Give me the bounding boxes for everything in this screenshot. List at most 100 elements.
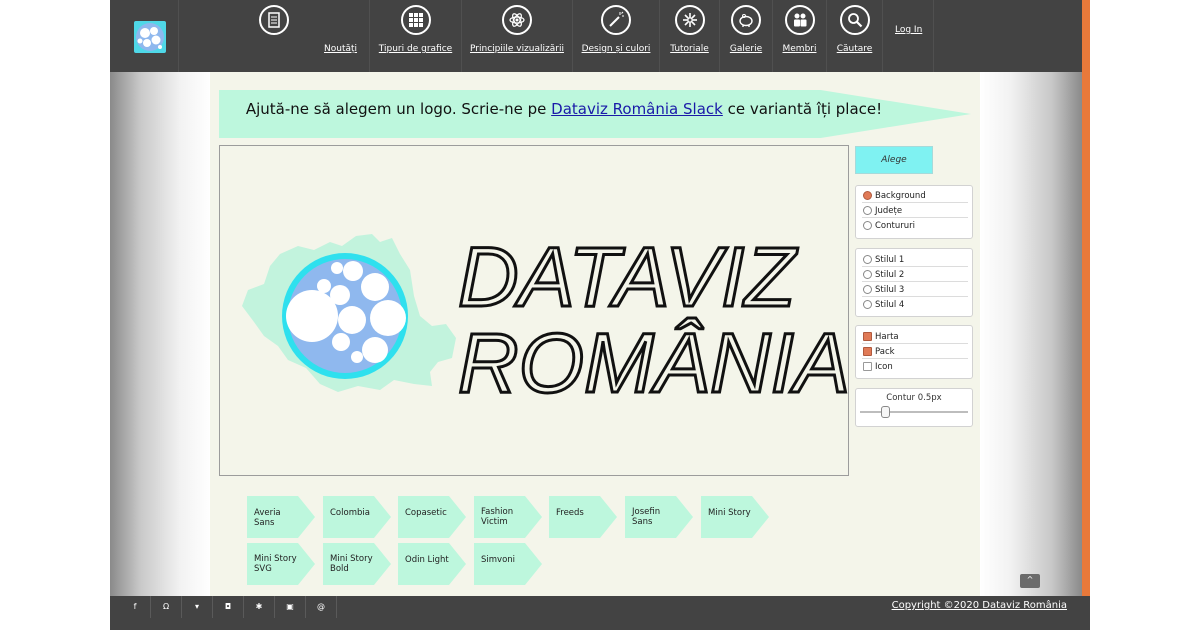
choose-button[interactable]: Alege — [855, 146, 933, 174]
checkbox[interactable] — [863, 347, 872, 356]
option-label: Harta — [875, 332, 899, 342]
checkbox[interactable] — [863, 332, 872, 341]
top-navigation: Noutăți Tipuri de grafice Principiile vi… — [110, 0, 1082, 72]
github-icon[interactable]: Ω — [151, 596, 182, 618]
slider-thumb[interactable] — [881, 406, 890, 418]
font-label: Simvoni — [481, 555, 516, 565]
nav-tutoriale[interactable]: Tutoriale — [660, 0, 720, 72]
email-icon[interactable]: @ — [306, 596, 337, 618]
font-label: Mini Story SVG — [254, 554, 297, 574]
people-icon — [784, 5, 815, 35]
radio-option-stilul-2[interactable]: Stilul 2 — [862, 267, 968, 282]
login-link[interactable]: Log In — [883, 0, 934, 72]
instagram-icon[interactable]: ◘ — [213, 596, 244, 618]
contour-slider-panel: Contur 0.5px — [855, 388, 973, 427]
font-option-josefin-sans[interactable]: Josefin Sans — [625, 496, 693, 538]
checkbox-option-icon[interactable]: Icon — [862, 359, 968, 373]
radio-button[interactable] — [863, 300, 872, 309]
magic-wand-icon — [601, 5, 631, 35]
home-logo-link[interactable] — [110, 0, 179, 72]
radio-option-stilul-3[interactable]: Stilul 3 — [862, 282, 968, 297]
slack-link[interactable]: Dataviz România Slack — [551, 100, 723, 118]
radio-button[interactable] — [863, 221, 872, 230]
layer-radio-group: Background Județe Contururi — [855, 185, 973, 239]
nav-galerie[interactable]: Galerie — [720, 0, 773, 72]
grid-icon — [400, 5, 431, 35]
font-option-freeds[interactable]: Freeds — [549, 496, 617, 538]
option-label: Pack — [875, 347, 895, 357]
login-label: Log In — [895, 25, 923, 35]
font-label: Fashion Victim — [481, 507, 514, 527]
twitter-icon[interactable]: ▾ — [182, 596, 213, 618]
checkbox-option-harta[interactable]: Harta — [862, 329, 968, 344]
font-option-mini-story-bold[interactable]: Mini Story Bold — [323, 543, 391, 585]
option-label: Stilul 2 — [875, 270, 905, 280]
piggy-bank-icon — [731, 5, 761, 35]
monitor-icon[interactable]: ▣ — [275, 596, 306, 618]
nav-design-si-culori[interactable]: Design și culori — [573, 0, 660, 72]
font-option-averia-sans[interactable]: Averia Sans — [247, 496, 315, 538]
logo-line2: ROMÂNIA — [458, 316, 848, 410]
search-icon — [839, 5, 870, 35]
nav-membri[interactable]: Membri — [773, 0, 827, 72]
font-option-simvoni[interactable]: Simvoni — [474, 543, 542, 585]
radio-option-background[interactable]: Background — [862, 188, 968, 203]
compass-icon — [674, 5, 705, 35]
document-icon — [258, 5, 289, 35]
logo-preview-svg: DATAVIZ ROMÂNIA — [242, 229, 852, 412]
orange-edge — [1082, 0, 1090, 630]
nav-label: Membri — [782, 44, 817, 54]
font-option-colombia[interactable]: Colombia — [323, 496, 391, 538]
facebook-icon[interactable]: f — [120, 596, 151, 618]
logo-preview-canvas: DATAVIZ ROMÂNIA — [219, 145, 852, 476]
checkbox[interactable] — [863, 362, 872, 371]
slider-label: Contur 0.5px — [886, 393, 942, 403]
nav-label: Principiile vizualizării — [470, 44, 564, 54]
main-content: Ajută-ne să alegem un logo. Scrie-ne pe … — [210, 72, 980, 596]
nav-tipuri-de-grafice[interactable]: Tipuri de grafice — [370, 0, 462, 72]
page: Noutăți Tipuri de grafice Principiile vi… — [110, 0, 1090, 630]
radio-option-judete[interactable]: Județe — [862, 203, 968, 218]
font-label: Josefin Sans — [632, 507, 661, 527]
footer: f Ω ▾ ◘ ✱ ▣ @ Copyright ©2020 Dataviz Ro… — [110, 596, 1090, 630]
radio-button[interactable] — [863, 255, 872, 264]
nav-label: Noutăți — [324, 44, 358, 54]
font-option-copasetic[interactable]: Copasetic — [398, 496, 466, 538]
option-label: Icon — [875, 362, 893, 372]
radio-button[interactable] — [863, 191, 872, 200]
font-label: Odin Light — [405, 555, 449, 565]
banner-text: Ajută-ne să alegem un logo. Scrie-ne pe … — [219, 90, 909, 128]
nav-noutati[interactable]: Noutăți — [178, 0, 370, 72]
radio-option-contururi[interactable]: Contururi — [862, 218, 968, 232]
banner-text-after: ce variantă îți place! — [722, 100, 883, 118]
font-label: Copasetic — [405, 508, 447, 518]
nav-label: Tipuri de grafice — [378, 44, 453, 54]
font-label: Mini Story — [708, 508, 751, 518]
checkbox-option-pack[interactable]: Pack — [862, 344, 968, 359]
font-label: Colombia — [330, 508, 370, 518]
option-label: Stilul 3 — [875, 285, 905, 295]
font-option-fashion-victim[interactable]: Fashion Victim — [474, 496, 542, 538]
font-option-odin-light[interactable]: Odin Light — [398, 543, 466, 585]
nav-label: Galerie — [729, 44, 763, 54]
font-option-mini-story-svg[interactable]: Mini Story SVG — [247, 543, 315, 585]
side-shadow-left — [110, 72, 210, 596]
nav-label: Căutare — [836, 44, 873, 54]
scroll-to-top-button[interactable]: ^ — [1020, 574, 1040, 588]
font-label: Freeds — [556, 508, 584, 518]
radio-button[interactable] — [863, 285, 872, 294]
font-label: Mini Story Bold — [330, 554, 373, 574]
radio-option-stilul-1[interactable]: Stilul 1 — [862, 252, 968, 267]
copyright-link[interactable]: Copyright ©2020 Dataviz România — [892, 600, 1067, 611]
radio-button[interactable] — [863, 270, 872, 279]
atom-icon — [502, 5, 532, 35]
radio-button[interactable] — [863, 206, 872, 215]
slack-icon[interactable]: ✱ — [244, 596, 275, 618]
font-option-mini-story[interactable]: Mini Story — [701, 496, 769, 538]
radio-option-stilul-4[interactable]: Stilul 4 — [862, 297, 968, 311]
nav-cautare[interactable]: Căutare — [827, 0, 883, 72]
logo-line1: DATAVIZ — [458, 230, 798, 324]
option-label: Background — [875, 191, 926, 201]
nav-principiile-vizualizarii[interactable]: Principiile vizualizării — [462, 0, 573, 72]
slider-track[interactable] — [860, 411, 968, 413]
